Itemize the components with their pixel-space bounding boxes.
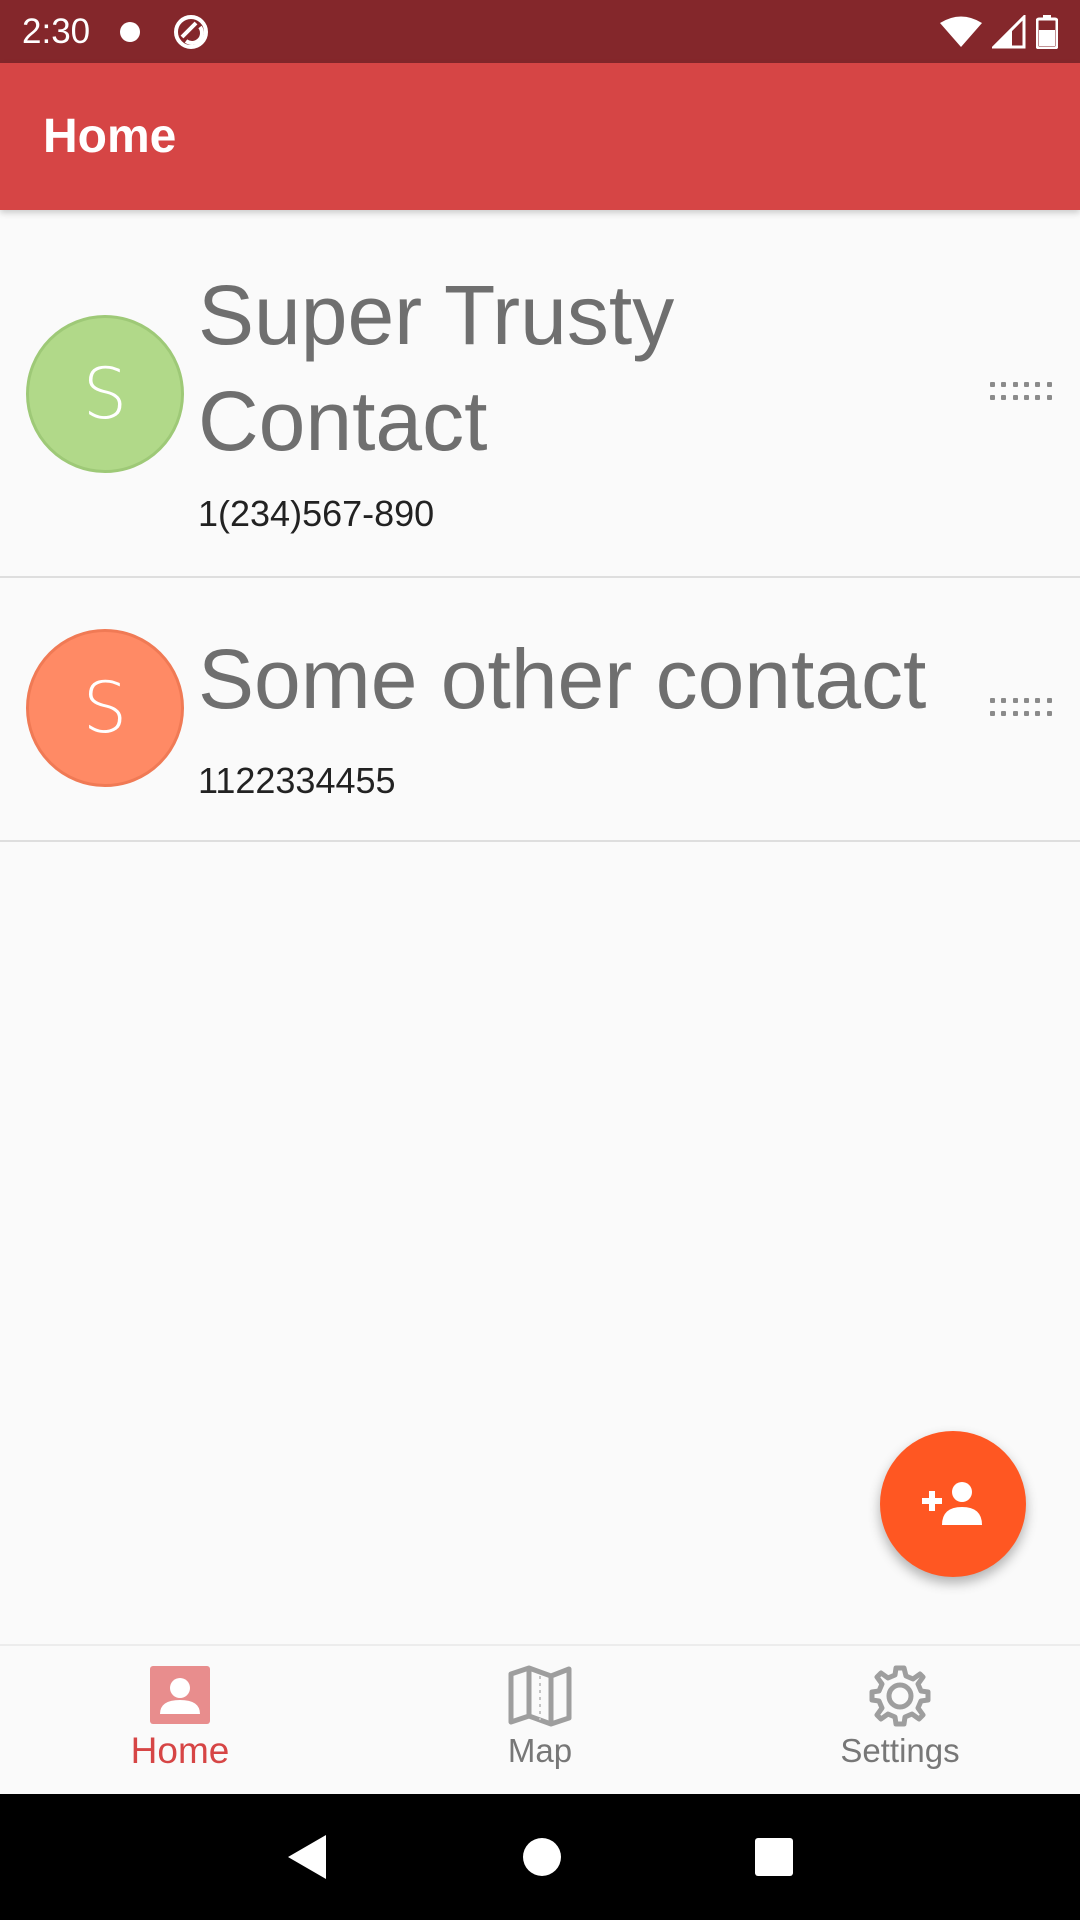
contact-list: S Super Trusty Contact 1(234)567-890 S S… — [0, 210, 1080, 842]
contact-phone: 1(234)567-890 — [198, 493, 435, 534]
gear-icon — [869, 1665, 931, 1727]
person-add-icon — [922, 1482, 982, 1525]
battery-icon — [1036, 14, 1058, 49]
drag-handle-icon[interactable] — [990, 698, 1054, 720]
contact-name: Super Trusty Contact — [198, 262, 674, 474]
contact-name-line: Contact — [198, 374, 488, 468]
cellular-signal-icon — [992, 14, 1026, 48]
nav-label: Map — [507, 1732, 573, 1769]
bottom-navigation: Home Map Settings — [0, 1644, 1080, 1794]
contact-card-icon — [150, 1666, 210, 1724]
contact-row[interactable]: S Some other contact 1122334455 — [0, 578, 1080, 842]
contact-name-line: Super Trusty — [198, 268, 675, 362]
avatar-initial: S — [82, 353, 128, 435]
drag-handle-icon[interactable] — [990, 382, 1054, 404]
add-contact-button[interactable] — [880, 1431, 1026, 1577]
avatar: S — [26, 629, 184, 787]
nav-item-settings[interactable]: Settings — [720, 1646, 1080, 1794]
status-time: 2:30 — [22, 11, 91, 51]
recents-icon[interactable] — [754, 1837, 794, 1877]
system-navigation-bar — [0, 1794, 1080, 1920]
avatar-initial: S — [82, 667, 128, 749]
nav-label: Settings — [840, 1732, 960, 1769]
avatar: S — [26, 315, 184, 473]
contact-row[interactable]: S Super Trusty Contact 1(234)567-890 — [0, 210, 1080, 578]
home-icon[interactable] — [521, 1836, 563, 1878]
contact-phone: 1122334455 — [198, 760, 396, 801]
contact-name: Some other contact — [198, 632, 927, 726]
status-right-icons — [940, 14, 1058, 49]
wifi-icon — [940, 16, 982, 47]
status-bar: 2:30 — [0, 0, 1080, 63]
page-title: Home — [43, 110, 177, 163]
map-icon — [508, 1665, 572, 1727]
nav-label: Home — [130, 1730, 230, 1771]
back-icon[interactable] — [286, 1833, 330, 1881]
nav-item-home[interactable]: Home — [0, 1646, 360, 1794]
nav-item-map[interactable]: Map — [360, 1646, 720, 1794]
notification-dot-icon — [120, 21, 141, 42]
app-bar: Home — [0, 63, 1080, 210]
sync-icon — [174, 14, 209, 49]
